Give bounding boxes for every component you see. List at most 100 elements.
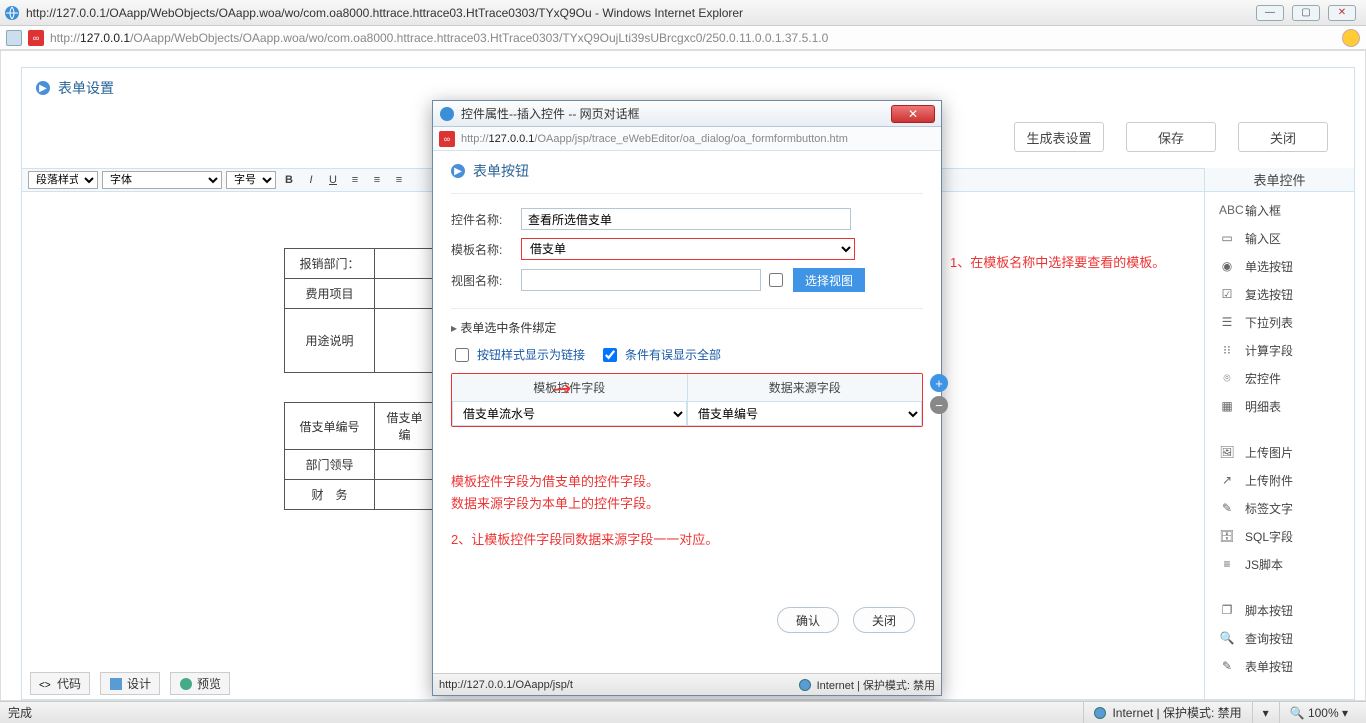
- search-icon: 🔍: [1219, 631, 1235, 645]
- annotation-hints: 模板控件字段为借支单的控件字段。 数据来源字段为本单上的控件字段。 2、让模板控…: [451, 471, 923, 551]
- paragraph-select[interactable]: 段落样式: [28, 171, 98, 189]
- dialog-statusbar: http://127.0.0.1/OAapp/jsp/t Internet | …: [433, 673, 941, 695]
- dialog-titlebar: 控件属性--插入控件 -- 网页对话框 ✕: [433, 101, 941, 127]
- close-window-button[interactable]: ✕: [1328, 5, 1356, 21]
- pal-detail[interactable]: ▦明细表: [1205, 392, 1354, 420]
- cell-label: 财 务: [285, 480, 375, 510]
- cell-label: 借支单编号: [285, 403, 375, 450]
- align-left-button[interactable]: ≡: [346, 171, 364, 189]
- script-icon: ≡: [1219, 557, 1235, 571]
- properties-dialog: 控件属性--插入控件 -- 网页对话框 ✕ ∞ http://127.0.0.1…: [432, 100, 942, 696]
- close-button[interactable]: 关闭: [1238, 122, 1328, 152]
- opt-link-style[interactable]: 按钮样式显示为链接: [455, 346, 585, 363]
- pal-js[interactable]: ≡JS脚本: [1205, 550, 1354, 578]
- minimize-button[interactable]: —: [1256, 5, 1284, 21]
- bold-button[interactable]: B: [280, 171, 298, 189]
- underline-button[interactable]: U: [324, 171, 342, 189]
- tpl-name-label: 模板名称:: [451, 241, 521, 258]
- status-done: 完成: [8, 704, 32, 721]
- list-icon: ☰: [1219, 315, 1235, 329]
- pal-label[interactable]: ✎标签文字: [1205, 494, 1354, 522]
- tab-code[interactable]: <>代码: [30, 672, 90, 695]
- bind-table: 模板控件字段 数据来源字段 借支单流水号 借支单编号 + −: [451, 373, 923, 427]
- remove-row-button[interactable]: −: [930, 396, 948, 414]
- template-field-select[interactable]: 借支单流水号: [452, 402, 687, 426]
- rect-icon: ▭: [1219, 231, 1235, 245]
- calc-icon: ⁝⁝: [1219, 343, 1235, 357]
- arrow-icon: ▶: [451, 164, 465, 178]
- form-icon: ✎: [1219, 659, 1235, 673]
- window-title: http://127.0.0.1/OAapp/WebObjects/OAapp.…: [26, 6, 1256, 20]
- section-arrow-icon: ▶: [36, 81, 50, 95]
- tpl-name-select[interactable]: 借支单: [521, 238, 855, 260]
- opt-link-checkbox[interactable]: [455, 348, 469, 362]
- attach-icon: ↗: [1219, 473, 1235, 487]
- pal-querybtn[interactable]: 🔍查询按钮: [1205, 624, 1354, 652]
- favicon: ∞: [439, 131, 455, 147]
- opt-show-all[interactable]: 条件有误显示全部: [603, 346, 721, 363]
- dialog-status-url: http://127.0.0.1/OAapp/jsp/t: [439, 679, 573, 691]
- size-select[interactable]: 字号: [226, 171, 276, 189]
- dialog-ok-button[interactable]: 确认: [777, 607, 839, 633]
- opt-err-checkbox[interactable]: [603, 348, 617, 362]
- browser-titlebar: http://127.0.0.1/OAapp/WebObjects/OAapp.…: [0, 0, 1366, 26]
- bind-section-title: 表单选中条件绑定: [451, 319, 923, 336]
- status-zone: Internet | 保护模式: 禁用: [1112, 704, 1241, 721]
- cell-label: 费用项目: [285, 279, 375, 309]
- url-text[interactable]: http://127.0.0.1/OAapp/WebObjects/OAapp.…: [50, 31, 1336, 45]
- editor-tabs: <>代码 设计 预览: [30, 672, 230, 695]
- generate-button[interactable]: 生成表设置: [1014, 122, 1104, 152]
- tab-design[interactable]: 设计: [100, 672, 160, 695]
- image-icon: 🖼: [1219, 445, 1235, 459]
- add-row-button[interactable]: +: [930, 374, 948, 392]
- pal-sql[interactable]: 🗄SQL字段: [1205, 522, 1354, 550]
- view-checkbox[interactable]: [769, 273, 783, 287]
- view-name-input[interactable]: [521, 269, 761, 291]
- italic-button[interactable]: I: [302, 171, 320, 189]
- pal-calc[interactable]: ⁝⁝计算字段: [1205, 336, 1354, 364]
- select-view-button[interactable]: 选择视图: [793, 268, 865, 292]
- zoom-level[interactable]: 🔍 100% ▾: [1290, 706, 1348, 720]
- save-button[interactable]: 保存: [1126, 122, 1216, 152]
- security-shield-icon[interactable]: [6, 30, 22, 46]
- pal-input[interactable]: ABC输入框: [1205, 196, 1354, 224]
- ctrl-name-input[interactable]: [521, 208, 851, 230]
- globe-icon: [799, 679, 811, 691]
- cell-label: 用途说明: [285, 309, 375, 373]
- dialog-address-bar: ∞ http://127.0.0.1/OAapp/jsp/trace_eWebE…: [433, 127, 941, 151]
- col-source-field: 数据来源字段: [688, 374, 923, 401]
- align-right-button[interactable]: ≡: [390, 171, 408, 189]
- dialog-status-zone: Internet | 保护模式: 禁用: [817, 677, 935, 693]
- pal-attach[interactable]: ↗上传附件: [1205, 466, 1354, 494]
- maximize-button[interactable]: ▢: [1292, 5, 1320, 21]
- grid-icon: ▦: [1219, 399, 1235, 413]
- dialog-close-button[interactable]: ✕: [891, 105, 935, 123]
- pal-radio[interactable]: ◉单选按钮: [1205, 252, 1354, 280]
- pal-scriptbtn[interactable]: ❐脚本按钮: [1205, 596, 1354, 624]
- protected-mode-toggle[interactable]: ▾: [1252, 702, 1279, 723]
- pal-macro[interactable]: ⌾宏控件: [1205, 364, 1354, 392]
- ie-icon: [4, 5, 20, 21]
- annotation-1: 1、在模板名称中选择要查看的模板。: [950, 252, 1165, 271]
- address-bar: ∞ http://127.0.0.1/OAapp/WebObjects/OAap…: [0, 26, 1366, 50]
- pal-checkbox[interactable]: ☑复选按钮: [1205, 280, 1354, 308]
- cell-value: 借支单编: [375, 403, 435, 450]
- dialog-cancel-button[interactable]: 关闭: [853, 607, 915, 633]
- tab-preview[interactable]: 预览: [170, 672, 230, 695]
- favicon: ∞: [28, 30, 44, 46]
- source-field-select[interactable]: 借支单编号: [687, 402, 922, 426]
- ie-icon: [439, 106, 455, 122]
- section-title: 表单设置: [58, 78, 114, 98]
- check-icon: ☑: [1219, 287, 1235, 301]
- palette-title: 表单控件: [1205, 168, 1354, 192]
- dialog-section-title: 表单按钮: [473, 161, 529, 181]
- pal-select[interactable]: ☰下拉列表: [1205, 308, 1354, 336]
- control-palette: 表单控件 ABC输入框 ▭输入区 ◉单选按钮 ☑复选按钮 ☰下拉列表 ⁝⁝计算字…: [1204, 168, 1354, 699]
- align-center-button[interactable]: ≡: [368, 171, 386, 189]
- pal-textarea[interactable]: ▭输入区: [1205, 224, 1354, 252]
- compat-view-button[interactable]: [1342, 29, 1360, 47]
- globe-icon: [1094, 707, 1106, 719]
- font-select[interactable]: 字体: [102, 171, 222, 189]
- pal-image[interactable]: 🖼上传图片: [1205, 438, 1354, 466]
- pal-formbtn[interactable]: ✎表单按钮: [1205, 652, 1354, 680]
